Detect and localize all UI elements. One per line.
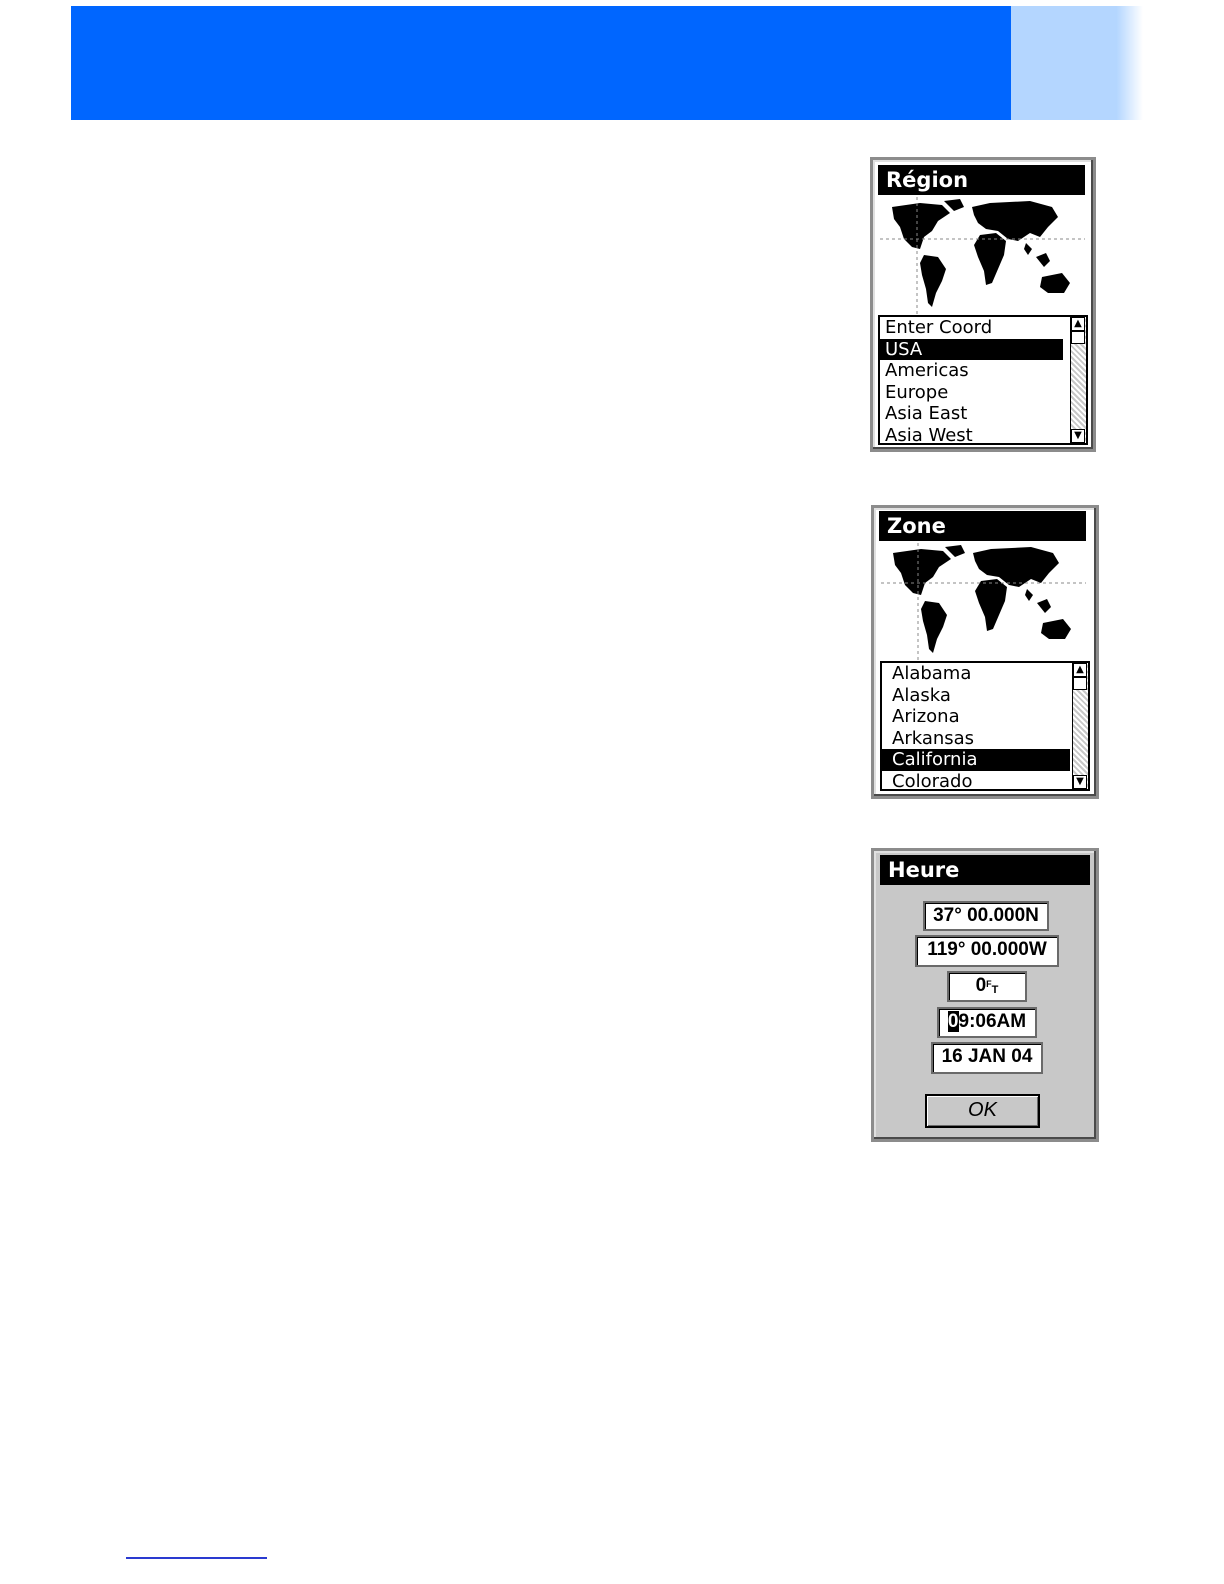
altitude-value: 0	[975, 975, 987, 996]
ok-button[interactable]: OK	[925, 1094, 1040, 1128]
footer-line	[126, 1557, 267, 1559]
list-item[interactable]: Enter Coord	[880, 317, 1063, 339]
list-item[interactable]: Arizona	[882, 706, 1070, 728]
time-value: 9:06AM	[958, 1011, 1027, 1032]
list-item[interactable]: Alaska	[882, 685, 1070, 707]
time-field[interactable]: 09:06AM	[937, 1007, 1037, 1038]
zone-list[interactable]: Alabama Alaska Arizona Arkansas Californ…	[880, 661, 1090, 791]
region-list[interactable]: Enter Coord USA Americas Europe Asia Eas…	[878, 315, 1088, 445]
scroll-thumb[interactable]	[1071, 331, 1085, 344]
scroll-down-icon[interactable]: ▼	[1071, 429, 1085, 443]
altitude-unit-top: F	[986, 979, 992, 989]
world-map-icon	[881, 543, 1086, 661]
list-item[interactable]: USA	[880, 338, 1063, 360]
scrollbar[interactable]: ▲ ▼	[1070, 317, 1086, 443]
scroll-down-icon[interactable]: ▼	[1073, 775, 1087, 789]
altitude-unit-bottom: T	[991, 984, 999, 996]
list-item[interactable]: Arkansas	[882, 728, 1070, 750]
zone-title: Zone	[879, 511, 1086, 541]
scroll-up-icon[interactable]: ▲	[1071, 317, 1085, 331]
heure-title: Heure	[880, 855, 1090, 885]
list-item[interactable]: Europe	[880, 382, 1063, 404]
scroll-thumb[interactable]	[1073, 677, 1087, 690]
list-item[interactable]: Alabama	[882, 663, 1070, 685]
longitude-field[interactable]: 119° 00.000W	[915, 935, 1059, 967]
altitude-field[interactable]: 0FT	[947, 971, 1027, 1002]
list-item[interactable]: Colorado	[882, 771, 1070, 790]
scrollbar[interactable]: ▲ ▼	[1072, 663, 1088, 789]
date-field[interactable]: 16 JAN 04	[931, 1042, 1043, 1074]
latitude-field[interactable]: 37° 00.000N	[923, 901, 1049, 931]
time-cursor: 0	[947, 1011, 959, 1032]
header-band	[71, 6, 1011, 120]
heure-screen: Heure 37° 00.000N 119° 00.000W 0FT 09:06…	[871, 848, 1099, 1142]
header-tab	[1011, 6, 1143, 120]
list-item[interactable]: Asia West	[880, 425, 1063, 444]
region-title: Région	[878, 165, 1085, 195]
list-item[interactable]: California	[882, 749, 1070, 771]
list-item[interactable]: Americas	[880, 360, 1063, 382]
zone-screen: Zone Alabama Alaska Arizona Arkansas Cal…	[871, 505, 1099, 799]
scroll-up-icon[interactable]: ▲	[1073, 663, 1087, 677]
world-map-icon	[880, 197, 1085, 315]
list-item[interactable]: Asia East	[880, 403, 1063, 425]
region-screen: Région Enter Coord USA Americas Europe A…	[870, 157, 1096, 452]
